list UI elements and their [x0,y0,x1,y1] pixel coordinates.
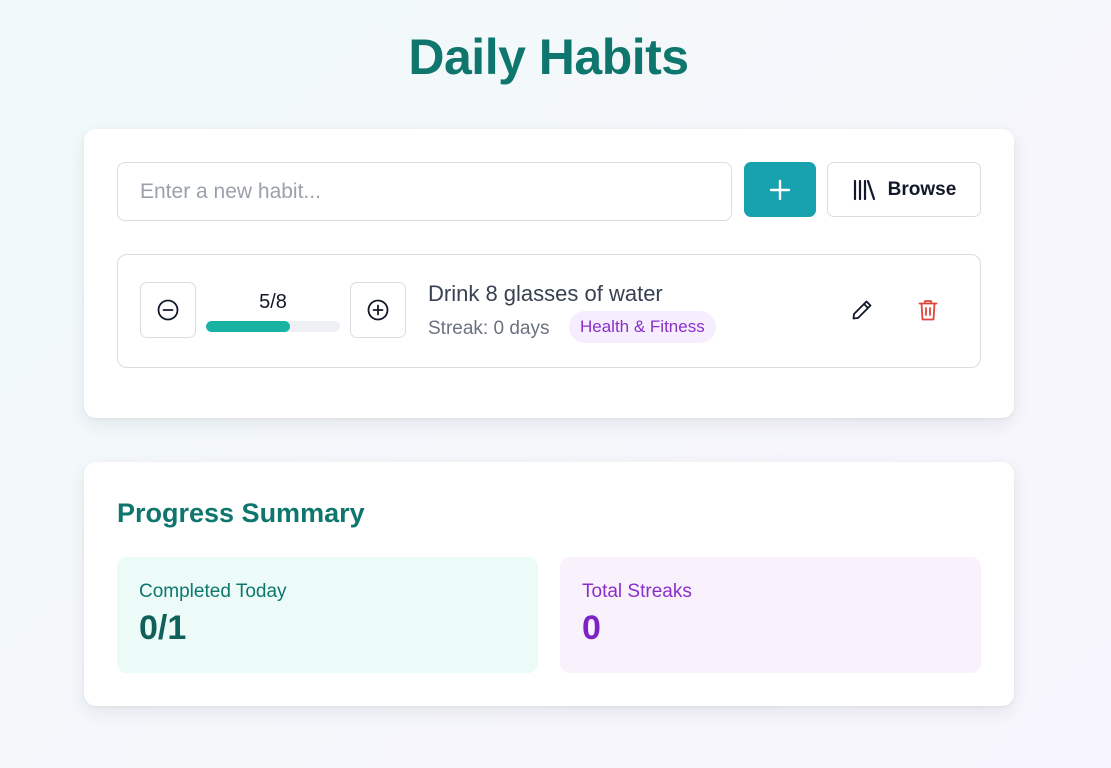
add-habit-button[interactable] [744,162,816,217]
completed-today-value: 0/1 [139,609,187,647]
plus-circle-icon [367,299,389,321]
habit-progress-fill [206,321,290,332]
browse-label: Browse [887,178,957,200]
total-streaks-stat: Total Streaks 0 [560,557,981,673]
habit-item: 5/8 Drink 8 glasses of water Streak: 0 d… [117,254,981,368]
habit-progress-bar [206,321,340,332]
habit-streak: Streak: 0 days [428,318,550,339]
minus-circle-icon [157,299,179,321]
library-icon [853,179,875,200]
habit-progress-count: 5/8 [259,291,287,313]
decrement-button[interactable] [140,282,196,338]
delete-habit-button[interactable] [911,293,945,327]
habits-card: Browse 5/8 Drink 8 glasses of water Stre… [84,129,1014,418]
total-streaks-value: 0 [582,609,601,647]
summary-title: Progress Summary [117,498,365,528]
trash-icon [918,300,938,321]
new-habit-input[interactable] [117,162,732,221]
pencil-icon [852,300,872,320]
habit-name: Drink 8 glasses of water [428,281,663,306]
progress-summary-card: Progress Summary Completed Today 0/1 Tot… [84,462,1014,706]
total-streaks-label: Total Streaks [582,581,692,602]
increment-button[interactable] [350,282,406,338]
category-badge: Health & Fitness [569,311,716,343]
plus-icon [769,179,791,200]
browse-button[interactable]: Browse [827,162,981,217]
completed-today-label: Completed Today [139,581,287,602]
page-title: Daily Habits [408,29,689,85]
completed-today-stat: Completed Today 0/1 [117,557,538,673]
edit-habit-button[interactable] [845,293,879,327]
